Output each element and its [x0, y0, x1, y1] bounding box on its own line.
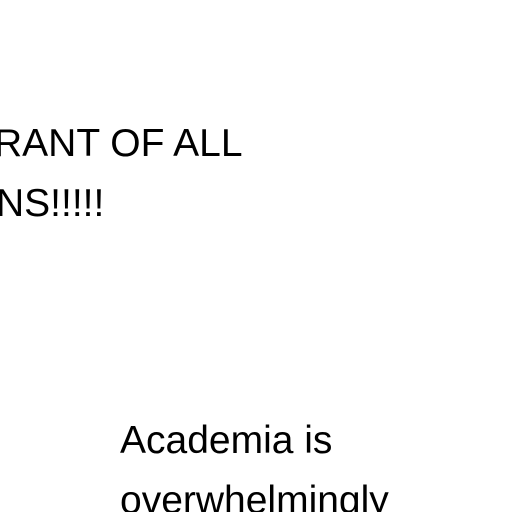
heading-line-1: RANT OF ALL — [0, 122, 243, 165]
body-text-line-1: Academia is — [120, 419, 333, 462]
heading-line-2: NS!!!!! — [0, 182, 105, 225]
body-text-line-2: overwhelmingly — [120, 479, 389, 512]
slide-canvas: RANT OF ALL NS!!!!! Academia is overwhel… — [0, 0, 512, 512]
